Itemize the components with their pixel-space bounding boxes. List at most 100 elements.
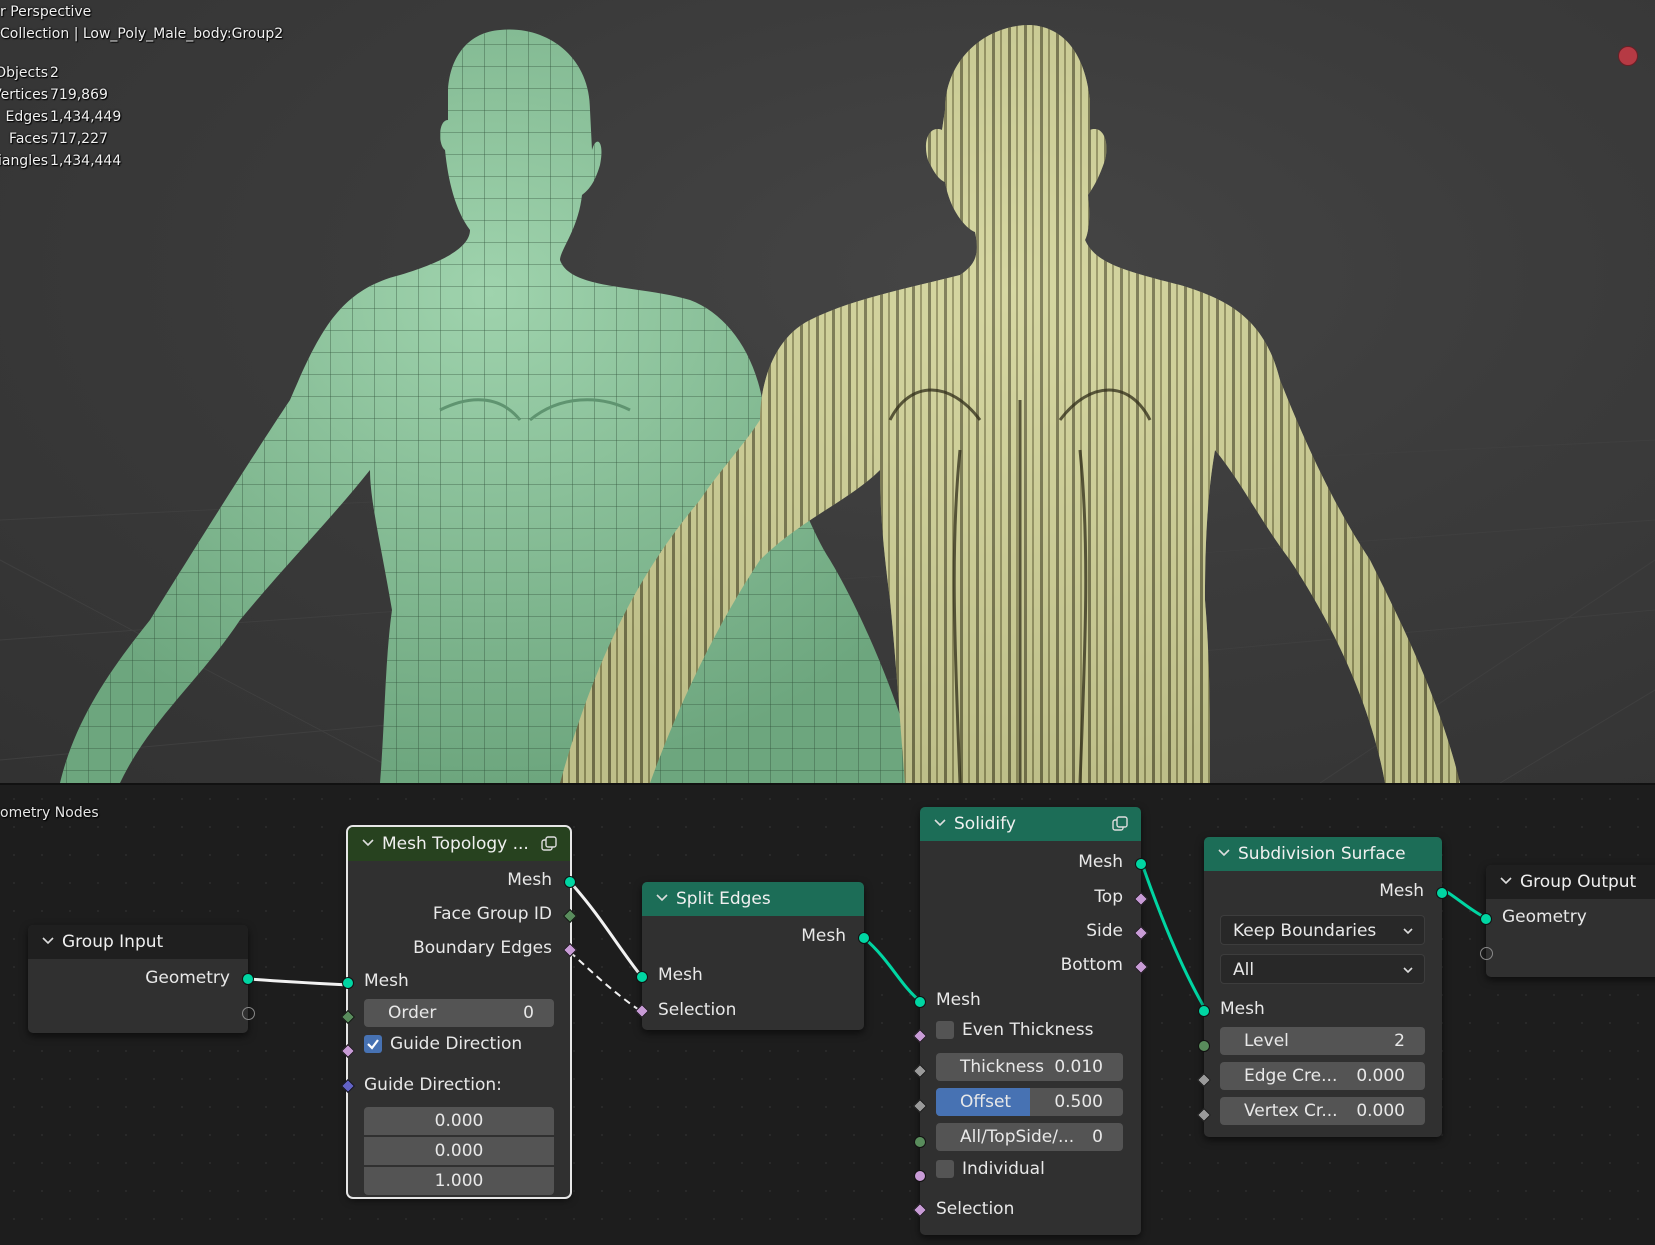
- split-edges-node[interactable]: Split Edges Mesh Mesh Selection: [634, 882, 870, 1030]
- boundary-mode-value: Keep Boundaries: [1233, 921, 1377, 941]
- vector-y-field[interactable]: 0.000: [364, 1137, 554, 1165]
- offset-label: Offset: [960, 1092, 1012, 1112]
- level-value: 2: [1394, 1031, 1405, 1051]
- boundary-mode-dropdown[interactable]: Keep Boundaries: [1220, 915, 1425, 945]
- stat-label: Objects: [0, 65, 48, 81]
- node-title: Group Output: [1520, 872, 1637, 892]
- record-indicator-icon[interactable]: [1618, 46, 1638, 66]
- uv-smooth-value: All: [1233, 960, 1255, 980]
- level-label: Level: [1244, 1031, 1289, 1051]
- stat-row: Edges 1,434,449: [0, 106, 121, 128]
- vertex-crease-field[interactable]: Vertex Cr... 0.000: [1220, 1097, 1425, 1125]
- geometry-input-socket[interactable]: [1480, 913, 1492, 925]
- group-output-node[interactable]: Group Output Geometry: [1480, 865, 1655, 977]
- mesh-input-socket[interactable]: [914, 996, 926, 1008]
- stat-row: Objects 2: [0, 62, 121, 84]
- output-mesh: Mesh: [1379, 881, 1424, 901]
- empty-output-socket[interactable]: [242, 1007, 255, 1020]
- offset-value: 0.500: [1054, 1092, 1103, 1112]
- thickness-field[interactable]: Thickness 0.010: [936, 1053, 1123, 1081]
- level-field[interactable]: Level 2: [1220, 1027, 1425, 1055]
- geometry-output-socket[interactable]: [242, 973, 254, 985]
- all-top-side-field[interactable]: All/TopSide/... 0: [936, 1123, 1123, 1151]
- solidify-node[interactable]: Solidify Mesh Top Side Bottom Mesh Even …: [912, 807, 1149, 1235]
- node-title: Mesh Topology ...: [382, 834, 529, 854]
- node-header[interactable]: Solidify: [920, 807, 1141, 841]
- geometry-node-editor[interactable]: ometry Nodes Group Input Geometry Mesh T…: [0, 783, 1655, 1245]
- order-label: Order: [388, 1003, 437, 1023]
- output-boundary-edges: Boundary Edges: [413, 938, 552, 958]
- chevron-down-icon[interactable]: [656, 892, 668, 904]
- stat-value: 2: [50, 65, 59, 81]
- stat-label: Faces: [9, 131, 48, 147]
- even-thickness-checkbox[interactable]: [936, 1021, 954, 1039]
- output-geometry: Geometry: [145, 968, 230, 988]
- chevron-down-icon[interactable]: [362, 837, 374, 849]
- guide-direction-label: Guide Direction: [390, 1034, 523, 1054]
- node-group-icon[interactable]: [540, 835, 558, 853]
- mesh-input-socket[interactable]: [342, 977, 354, 989]
- node-title: Subdivision Surface: [1238, 844, 1406, 864]
- mesh-output-socket[interactable]: [564, 876, 576, 888]
- vector-z-field[interactable]: 1.000: [364, 1167, 554, 1195]
- mesh-output-socket[interactable]: [1436, 887, 1448, 899]
- output-bottom: Bottom: [1060, 955, 1123, 975]
- output-mesh: Mesh: [801, 926, 846, 946]
- node-header[interactable]: Group Input: [28, 925, 248, 959]
- chevron-down-icon: [1403, 967, 1413, 974]
- mesh-topology-node[interactable]: Mesh Topology ... Mesh Face Group ID Bou…: [340, 825, 578, 1199]
- edge-crease-field[interactable]: Edge Cre... 0.000: [1220, 1062, 1425, 1090]
- individual-label: Individual: [962, 1159, 1045, 1179]
- mesh-input-socket[interactable]: [1198, 1005, 1210, 1017]
- node-header[interactable]: Group Output: [1486, 865, 1655, 899]
- level-socket[interactable]: [1198, 1040, 1210, 1052]
- subdivision-surface-node[interactable]: Subdivision Surface Mesh Keep Boundaries…: [1196, 837, 1448, 1137]
- input-mesh: Mesh: [364, 971, 409, 991]
- node-header[interactable]: Subdivision Surface: [1204, 837, 1442, 871]
- vector-x-field[interactable]: 0.000: [364, 1107, 554, 1135]
- all-top-side-socket[interactable]: [914, 1136, 926, 1148]
- view-name: r Perspective: [0, 4, 92, 20]
- mesh-input-socket[interactable]: [636, 971, 648, 983]
- all-top-side-label: All/TopSide/...: [960, 1127, 1075, 1147]
- stat-value: 719,869: [50, 87, 108, 103]
- order-field[interactable]: Order 0: [364, 999, 554, 1027]
- individual-socket[interactable]: [914, 1170, 926, 1182]
- chevron-down-icon[interactable]: [1218, 847, 1230, 859]
- input-mesh: Mesh: [936, 990, 981, 1010]
- guide-direction-checkbox[interactable]: [364, 1035, 382, 1053]
- mesh-output-socket[interactable]: [1135, 858, 1147, 870]
- individual-checkbox[interactable]: [936, 1160, 954, 1178]
- node-header[interactable]: Mesh Topology ...: [348, 827, 570, 861]
- viewport-scene: [0, 25, 1655, 783]
- uv-smooth-dropdown[interactable]: All: [1220, 954, 1425, 984]
- even-thickness-label: Even Thickness: [962, 1020, 1094, 1040]
- stat-value: 1,434,444: [50, 153, 122, 169]
- node-title: Solidify: [954, 814, 1016, 834]
- node-header[interactable]: Split Edges: [642, 882, 864, 916]
- stat-row: Faces 717,227: [0, 128, 121, 150]
- stat-row: Vertices719,869: [0, 84, 121, 106]
- 3d-viewport[interactable]: r Perspective Collection | Low_Poly_Male…: [0, 0, 1655, 783]
- empty-input-socket[interactable]: [1480, 947, 1493, 960]
- group-input-node[interactable]: Group Input Geometry: [28, 925, 255, 1033]
- chevron-down-icon[interactable]: [42, 935, 54, 947]
- thickness-label: Thickness: [960, 1057, 1045, 1077]
- chevron-down-icon[interactable]: [1500, 875, 1512, 887]
- output-side: Side: [1086, 921, 1123, 941]
- chevron-down-icon: [1403, 928, 1413, 935]
- checkmark-icon: [367, 1039, 379, 1050]
- stat-label: Vertices: [0, 87, 48, 103]
- mesh-output-socket[interactable]: [858, 932, 870, 944]
- output-face-group-id: Face Group ID: [432, 904, 552, 924]
- node-group-icon[interactable]: [1111, 815, 1129, 833]
- node-title: Split Edges: [676, 889, 771, 909]
- all-top-side-value: 0: [1092, 1127, 1103, 1147]
- chevron-down-icon[interactable]: [934, 817, 946, 829]
- guide-direction-vector-label: Guide Direction:: [364, 1075, 502, 1095]
- vertex-crease-value: 0.000: [1356, 1101, 1405, 1121]
- stat-value: 1,434,449: [50, 109, 122, 125]
- input-mesh: Mesh: [658, 965, 703, 985]
- offset-slider[interactable]: Offset 0.500: [936, 1088, 1123, 1116]
- stat-label: Triangles: [0, 153, 48, 169]
